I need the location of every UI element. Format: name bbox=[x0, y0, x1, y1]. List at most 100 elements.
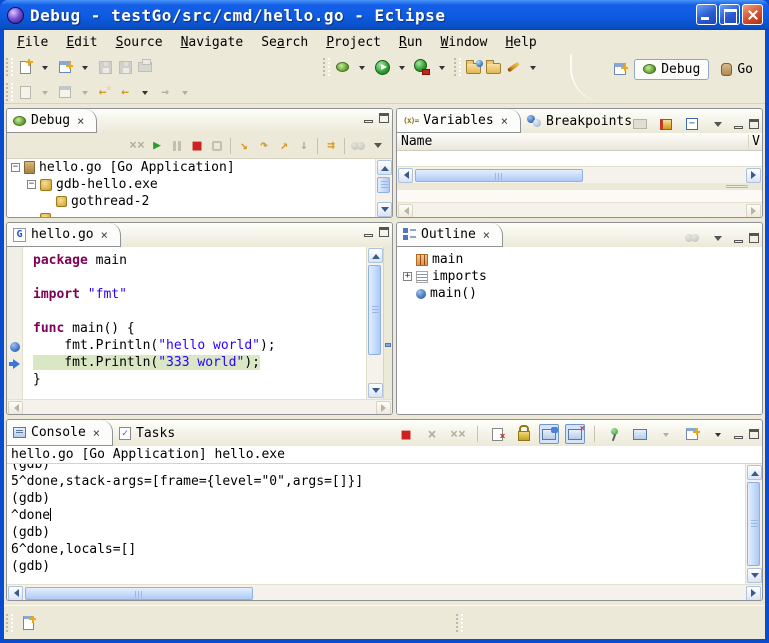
detail-pane-sash[interactable] bbox=[397, 183, 762, 190]
menu-navigate[interactable]: Navigate bbox=[172, 32, 253, 53]
scroll-thumb[interactable] bbox=[415, 169, 583, 182]
variables-detail-pane[interactable] bbox=[397, 190, 762, 218]
open-perspective-button[interactable] bbox=[610, 58, 630, 80]
variables-hscrollbar[interactable] bbox=[397, 166, 762, 183]
view-minimize-button[interactable] bbox=[734, 436, 743, 439]
fast-view-button[interactable] bbox=[23, 616, 34, 630]
tab-outline[interactable]: Outline × bbox=[397, 223, 503, 247]
pin-console-button[interactable] bbox=[604, 424, 624, 444]
view-maximize-button[interactable] bbox=[749, 429, 759, 439]
tree-row[interactable] bbox=[7, 210, 392, 218]
open-file-button[interactable] bbox=[483, 56, 503, 78]
scroll-down-button[interactable] bbox=[747, 568, 762, 583]
step-over-button[interactable]: ↷ bbox=[254, 136, 274, 156]
annotation-ruler[interactable] bbox=[7, 247, 23, 399]
menu-file[interactable]: File bbox=[8, 32, 57, 53]
run-button[interactable] bbox=[372, 56, 392, 78]
menu-source[interactable]: Source bbox=[107, 32, 172, 53]
column-value[interactable]: V bbox=[752, 134, 760, 149]
view-maximize-button[interactable] bbox=[379, 227, 389, 237]
tree-row[interactable]: gothread-2 bbox=[7, 193, 392, 210]
resume-button[interactable]: ▶ bbox=[147, 136, 167, 156]
tab-breakpoints[interactable]: Breakpoints bbox=[521, 109, 644, 133]
show-stderr-button[interactable]: × bbox=[565, 424, 585, 444]
tree-expander[interactable]: − bbox=[27, 180, 36, 189]
mark-occurrences-dropdown[interactable] bbox=[523, 56, 543, 78]
ruler-row[interactable] bbox=[7, 253, 22, 270]
last-edit-location-button[interactable]: ←☆ bbox=[95, 81, 115, 103]
close-button[interactable] bbox=[742, 4, 763, 25]
view-maximize-button[interactable] bbox=[749, 119, 759, 129]
scroll-down-button[interactable] bbox=[377, 202, 392, 217]
code-line[interactable]: fmt.Println("333 world"); bbox=[23, 355, 366, 372]
perspective-go-button[interactable]: Go bbox=[713, 60, 761, 79]
code-line[interactable]: package main bbox=[23, 253, 366, 270]
menu-search[interactable]: Search bbox=[252, 32, 317, 53]
ruler-row[interactable] bbox=[7, 287, 22, 304]
debug-dropdown[interactable] bbox=[352, 56, 372, 78]
code-area[interactable]: package mainimport "fmt"func main() { fm… bbox=[23, 247, 366, 399]
tab-tasks[interactable]: ✓ Tasks bbox=[113, 420, 187, 446]
new-table-dropdown[interactable] bbox=[75, 56, 95, 78]
menu-project[interactable]: Project bbox=[317, 32, 390, 53]
debug-tree-vscrollbar[interactable] bbox=[375, 159, 392, 218]
code-line[interactable] bbox=[23, 270, 366, 287]
new-wizard-dropdown[interactable] bbox=[35, 56, 55, 78]
tab-variables[interactable]: (x)= Variables × bbox=[397, 109, 521, 133]
back-dropdown[interactable] bbox=[135, 81, 155, 103]
outline-item[interactable]: main() bbox=[397, 285, 762, 302]
ruler-row[interactable] bbox=[7, 304, 22, 321]
tree-expander[interactable]: + bbox=[403, 272, 412, 281]
tree-row[interactable]: −hello.go [Go Application] bbox=[7, 159, 392, 176]
scroll-up-button[interactable] bbox=[377, 160, 392, 175]
view-minimize-button[interactable] bbox=[734, 240, 743, 243]
title-bar[interactable]: Debug - testGo/src/cmd/hello.go - Eclips… bbox=[0, 0, 769, 30]
run-dropdown[interactable] bbox=[392, 56, 412, 78]
tab-close-icon[interactable]: × bbox=[101, 228, 108, 242]
collapse-all-button[interactable]: − bbox=[682, 113, 702, 135]
code-line[interactable]: } bbox=[23, 372, 366, 389]
outline-view-menu-button[interactable] bbox=[708, 227, 728, 249]
menu-help[interactable]: Help bbox=[496, 32, 545, 53]
view-maximize-button[interactable] bbox=[749, 233, 759, 243]
console-vscrollbar[interactable] bbox=[745, 464, 762, 584]
scroll-lock-button[interactable] bbox=[513, 424, 533, 444]
console-hscrollbar[interactable] bbox=[7, 584, 762, 601]
overview-ruler[interactable] bbox=[383, 247, 392, 399]
variables-view-menu-button[interactable] bbox=[708, 113, 728, 135]
current-line-marker[interactable] bbox=[385, 343, 391, 347]
open-console-dropdown[interactable] bbox=[708, 423, 728, 445]
scroll-thumb[interactable] bbox=[377, 177, 390, 193]
breakpoint-icon[interactable] bbox=[10, 342, 20, 352]
outline-item[interactable]: +imports bbox=[397, 268, 762, 285]
menu-run[interactable]: Run bbox=[390, 32, 431, 53]
view-minimize-button[interactable] bbox=[734, 126, 743, 129]
code-line[interactable]: fmt.Println("hello world"); bbox=[23, 338, 366, 355]
tab-console[interactable]: Console × bbox=[7, 420, 113, 446]
view-maximize-button[interactable] bbox=[379, 113, 389, 123]
mark-occurrences-button[interactable] bbox=[503, 56, 523, 78]
display-selected-console-button[interactable] bbox=[630, 424, 650, 444]
debug-button[interactable] bbox=[332, 56, 352, 78]
view-minimize-button[interactable] bbox=[364, 234, 373, 237]
terminate-button[interactable]: ■ bbox=[187, 136, 207, 156]
external-tools-dropdown[interactable] bbox=[432, 56, 452, 78]
scroll-left-button[interactable] bbox=[398, 168, 413, 183]
maximize-button[interactable] bbox=[719, 4, 740, 25]
use-step-filters-button[interactable]: ⇉ bbox=[321, 136, 341, 156]
code-line[interactable] bbox=[23, 304, 366, 321]
open-resource-button[interactable] bbox=[463, 56, 483, 78]
scroll-thumb[interactable] bbox=[368, 265, 381, 355]
view-minimize-button[interactable] bbox=[364, 120, 373, 123]
code-line[interactable]: func main() { bbox=[23, 321, 366, 338]
open-console-button[interactable] bbox=[682, 424, 702, 444]
perspective-debug-button[interactable]: Debug bbox=[634, 59, 709, 80]
back-button[interactable]: ← bbox=[115, 81, 135, 103]
tab-close-icon[interactable]: × bbox=[501, 114, 508, 128]
show-stdout-button[interactable] bbox=[539, 424, 559, 444]
scroll-thumb[interactable] bbox=[747, 482, 760, 566]
terminate-button[interactable]: ■ bbox=[396, 424, 416, 444]
tab-close-icon[interactable]: × bbox=[93, 426, 100, 440]
scroll-left-button[interactable] bbox=[8, 586, 23, 601]
editor-vscrollbar[interactable] bbox=[366, 247, 383, 399]
